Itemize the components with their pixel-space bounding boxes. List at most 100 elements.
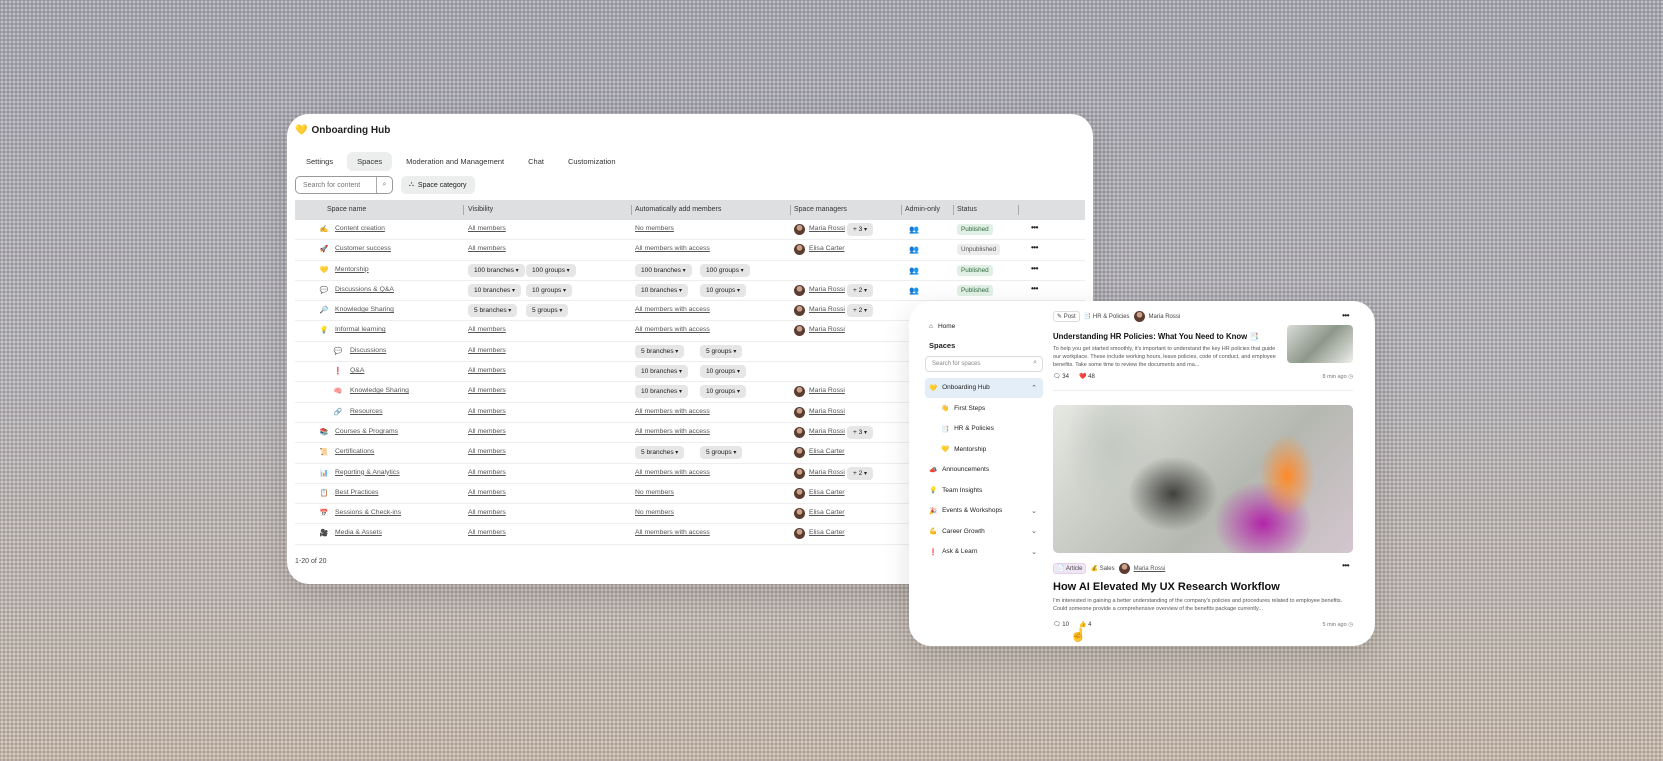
space-name-link[interactable]: Q&A [350,367,364,374]
space-search-input[interactable]: Search for spaces ⌕ [925,355,1043,372]
comments-count[interactable]: 🗨 34 [1053,373,1069,380]
manager-link[interactable]: Maria Rossi [809,286,845,293]
auto-add-link[interactable]: No members [635,509,674,516]
post-thumbnail[interactable] [1287,325,1353,363]
visibility-dropdown[interactable]: 5 groups [526,304,569,318]
manager-link[interactable]: Maria Rossi [809,408,845,415]
author-name[interactable]: Maria Rossi [1149,314,1181,320]
visibility-dropdown[interactable]: 5 branches [468,304,518,318]
visibility-link[interactable]: All members [468,326,506,333]
auto-add-dropdown[interactable]: 5 branches [635,344,685,358]
visibility-link[interactable]: All members [468,245,506,252]
col-auto-add[interactable]: Automatically add members [635,206,721,213]
space-tag[interactable]: 💰 Sales [1090,565,1114,572]
space-name-link[interactable]: Discussions [350,347,386,354]
table-row[interactable]: ✍ Content creation All members No members Ma… [295,220,1085,241]
auto-add-link[interactable]: All members with access [635,306,710,313]
sidebar-item-space[interactable]: 💛 Mentorship [925,439,1043,460]
auto-add-dropdown[interactable]: 10 branches [635,365,688,379]
auto-add-link[interactable]: All members with access [635,428,710,435]
space-name-link[interactable]: Certifications [335,448,374,455]
visibility-link[interactable]: All members [468,489,506,496]
comments-count[interactable]: 🗨 10 [1053,621,1069,628]
space-name-link[interactable]: Discussions & Q&A [335,286,394,293]
post-card[interactable]: ✎ Post 📑 HR & Policies Maria Rossi ••• U… [1053,311,1353,391]
post-title[interactable]: How AI Elevated My UX Research Workflow [1053,581,1280,593]
visibility-link[interactable]: All members [468,408,506,415]
auto-add-link[interactable]: All members with access [635,326,710,333]
manager-link[interactable]: Elisa Carter [809,448,845,455]
more-options-icon[interactable]: ••• [1342,561,1349,570]
sidebar-item-space[interactable]: 📑 HR & Policies [925,419,1043,440]
col-visibility[interactable]: Visibility [468,206,493,213]
auto-add-link[interactable]: No members [635,489,674,496]
visibility-link[interactable]: All members [468,448,506,455]
visibility-dropdown[interactable]: 10 branches [468,283,521,297]
chevron-icon[interactable]: ⌃ [1031,384,1037,392]
sidebar-item-space[interactable]: 💛 Onboarding Hub ⌃ [925,377,1043,398]
manager-link[interactable]: Maria Rossi [809,428,845,435]
manager-link[interactable]: Maria Rossi [809,469,845,476]
post-title[interactable]: Understanding HR Policies: What You Need… [1053,332,1259,341]
col-status[interactable]: Status [957,206,977,213]
sidebar-item-home[interactable]: ⌂ Home [925,316,1043,337]
more-managers-dropdown[interactable]: + 3 [847,223,874,236]
table-row[interactable]: 💛Mentorship100 branches100 groups100 bra… [295,261,1085,281]
space-name-link[interactable]: Knowledge Sharing [335,306,394,313]
chevron-icon[interactable]: ⌄ [1031,527,1037,535]
space-name-link[interactable]: Knowledge Sharing [350,387,409,394]
chevron-icon[interactable]: ⌄ [1031,548,1037,556]
manager-link[interactable]: Elisa Carter [809,245,845,252]
row-actions-icon[interactable]: ••• [1031,223,1038,232]
auto-add-dropdown[interactable]: 5 branches [635,446,685,460]
more-managers-dropdown[interactable]: + 2 [847,283,874,297]
space-name-link[interactable]: Reporting & Analytics [335,469,400,476]
space-name-link[interactable]: Customer success [335,245,391,252]
manager-link[interactable]: Maria Rossi [809,326,845,333]
auto-add-link[interactable]: All members with access [635,245,710,252]
table-row[interactable]: 🚀 Customer success All members All members … [295,240,1085,261]
auto-add-link[interactable]: All members with access [635,529,710,536]
auto-add-dropdown[interactable]: 5 groups [700,344,743,358]
manager-link[interactable]: Maria Rossi [809,225,845,232]
visibility-link[interactable]: All members [468,367,506,374]
auto-add-dropdown[interactable]: 10 groups [700,365,747,379]
auto-add-dropdown[interactable]: 10 groups [700,283,747,297]
auto-add-link[interactable]: All members with access [635,408,710,415]
manager-link[interactable]: Maria Rossi [809,387,845,394]
more-managers-dropdown[interactable]: + 2 [847,304,874,318]
auto-add-dropdown[interactable]: 10 branches [635,385,688,399]
auto-add-dropdown[interactable]: 10 groups [700,385,747,399]
space-name-link[interactable]: Informal learning [335,326,386,333]
article-hero-image[interactable] [1053,405,1353,553]
more-managers-dropdown[interactable]: + 3 [847,425,874,439]
more-options-icon[interactable]: ••• [1342,311,1349,320]
tab-customization[interactable]: Customization [558,152,626,171]
tab-chat[interactable]: Chat [518,152,554,171]
sidebar-item-space[interactable]: ❗ Ask & Learn ⌄ [925,542,1043,563]
auto-add-dropdown[interactable]: 5 groups [700,446,743,460]
tab-settings[interactable]: Settings [296,152,343,171]
manager-link[interactable]: Elisa Carter [809,509,845,516]
auto-add-dropdown[interactable]: 100 branches [635,263,692,277]
auto-add-link[interactable]: All members with access [635,469,710,476]
visibility-link[interactable]: All members [468,347,506,354]
auto-add-dropdown[interactable]: 10 branches [635,283,688,297]
visibility-link[interactable]: All members [468,428,506,435]
row-actions-icon[interactable]: ••• [1031,243,1038,252]
space-name-link[interactable]: Courses & Programs [335,428,398,435]
space-tag[interactable]: 📑 HR & Policies [1084,313,1130,320]
visibility-dropdown[interactable]: 100 groups [526,263,576,277]
visibility-link[interactable]: All members [468,529,506,536]
manager-link[interactable]: Elisa Carter [809,489,845,496]
col-managers[interactable]: Space managers [794,206,847,213]
admin-user-icon[interactable]: 👥 [909,225,919,234]
sidebar-item-space[interactable]: 📣 Announcements [925,460,1043,481]
col-space-name[interactable]: Space name [327,206,366,213]
manager-link[interactable]: Maria Rossi [809,306,845,313]
likes-count[interactable]: ❤️ 48 [1079,373,1095,380]
author-name[interactable]: Maria Rossi [1134,566,1166,572]
space-name-link[interactable]: Sessions & Check-ins [335,509,401,516]
visibility-link[interactable]: All members [468,509,506,516]
tab-moderation[interactable]: Moderation and Management [396,152,514,171]
